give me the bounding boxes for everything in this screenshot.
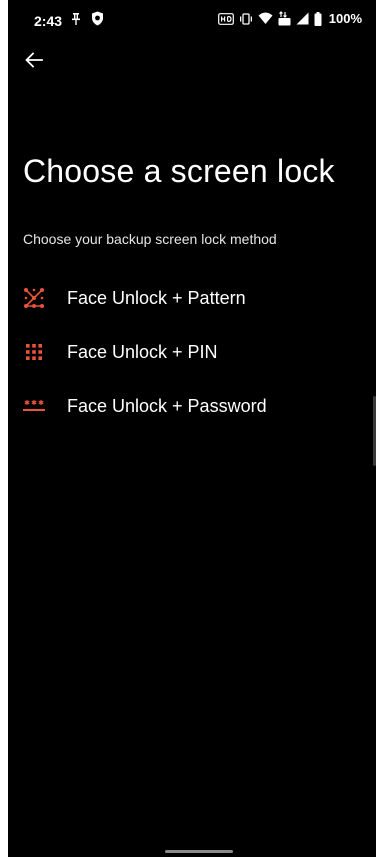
page-title: Choose a screen lock xyxy=(23,153,335,189)
pin-grid-icon xyxy=(23,341,45,363)
screen-lock-options: Face Unlock + Pattern Face Unlock + PIN … xyxy=(8,271,376,433)
page-subtitle: Choose your backup screen lock method xyxy=(23,231,277,247)
hd-icon xyxy=(217,12,234,25)
data-icon xyxy=(278,11,291,26)
option-label: Face Unlock + Pattern xyxy=(67,287,246,308)
option-face-unlock-pattern[interactable]: Face Unlock + Pattern xyxy=(8,271,376,325)
shield-icon xyxy=(91,11,104,26)
pin-icon xyxy=(71,12,81,26)
status-left-icons xyxy=(71,11,104,26)
vibrate-icon xyxy=(239,12,253,25)
back-button[interactable] xyxy=(20,46,48,74)
status-bar: 2:43 100% xyxy=(8,0,376,40)
wifi-icon xyxy=(258,12,273,25)
battery-percent: 100% xyxy=(328,11,362,26)
battery-icon xyxy=(314,11,322,26)
status-right-icons: 100% xyxy=(217,11,362,26)
password-icon xyxy=(23,395,45,417)
screen: 2:43 100% Choose a screen lock Choose yo… xyxy=(8,0,376,857)
signal-icon xyxy=(296,12,309,25)
option-label: Face Unlock + PIN xyxy=(67,341,218,362)
gesture-nav-handle[interactable] xyxy=(165,850,233,853)
option-face-unlock-pin[interactable]: Face Unlock + PIN xyxy=(8,325,376,379)
scroll-indicator[interactable] xyxy=(373,396,376,466)
pattern-icon xyxy=(23,287,45,309)
option-face-unlock-password[interactable]: Face Unlock + Password xyxy=(8,379,376,433)
status-time: 2:43 xyxy=(34,13,63,29)
option-label: Face Unlock + Password xyxy=(67,395,267,416)
arrow-left-icon xyxy=(25,52,43,68)
